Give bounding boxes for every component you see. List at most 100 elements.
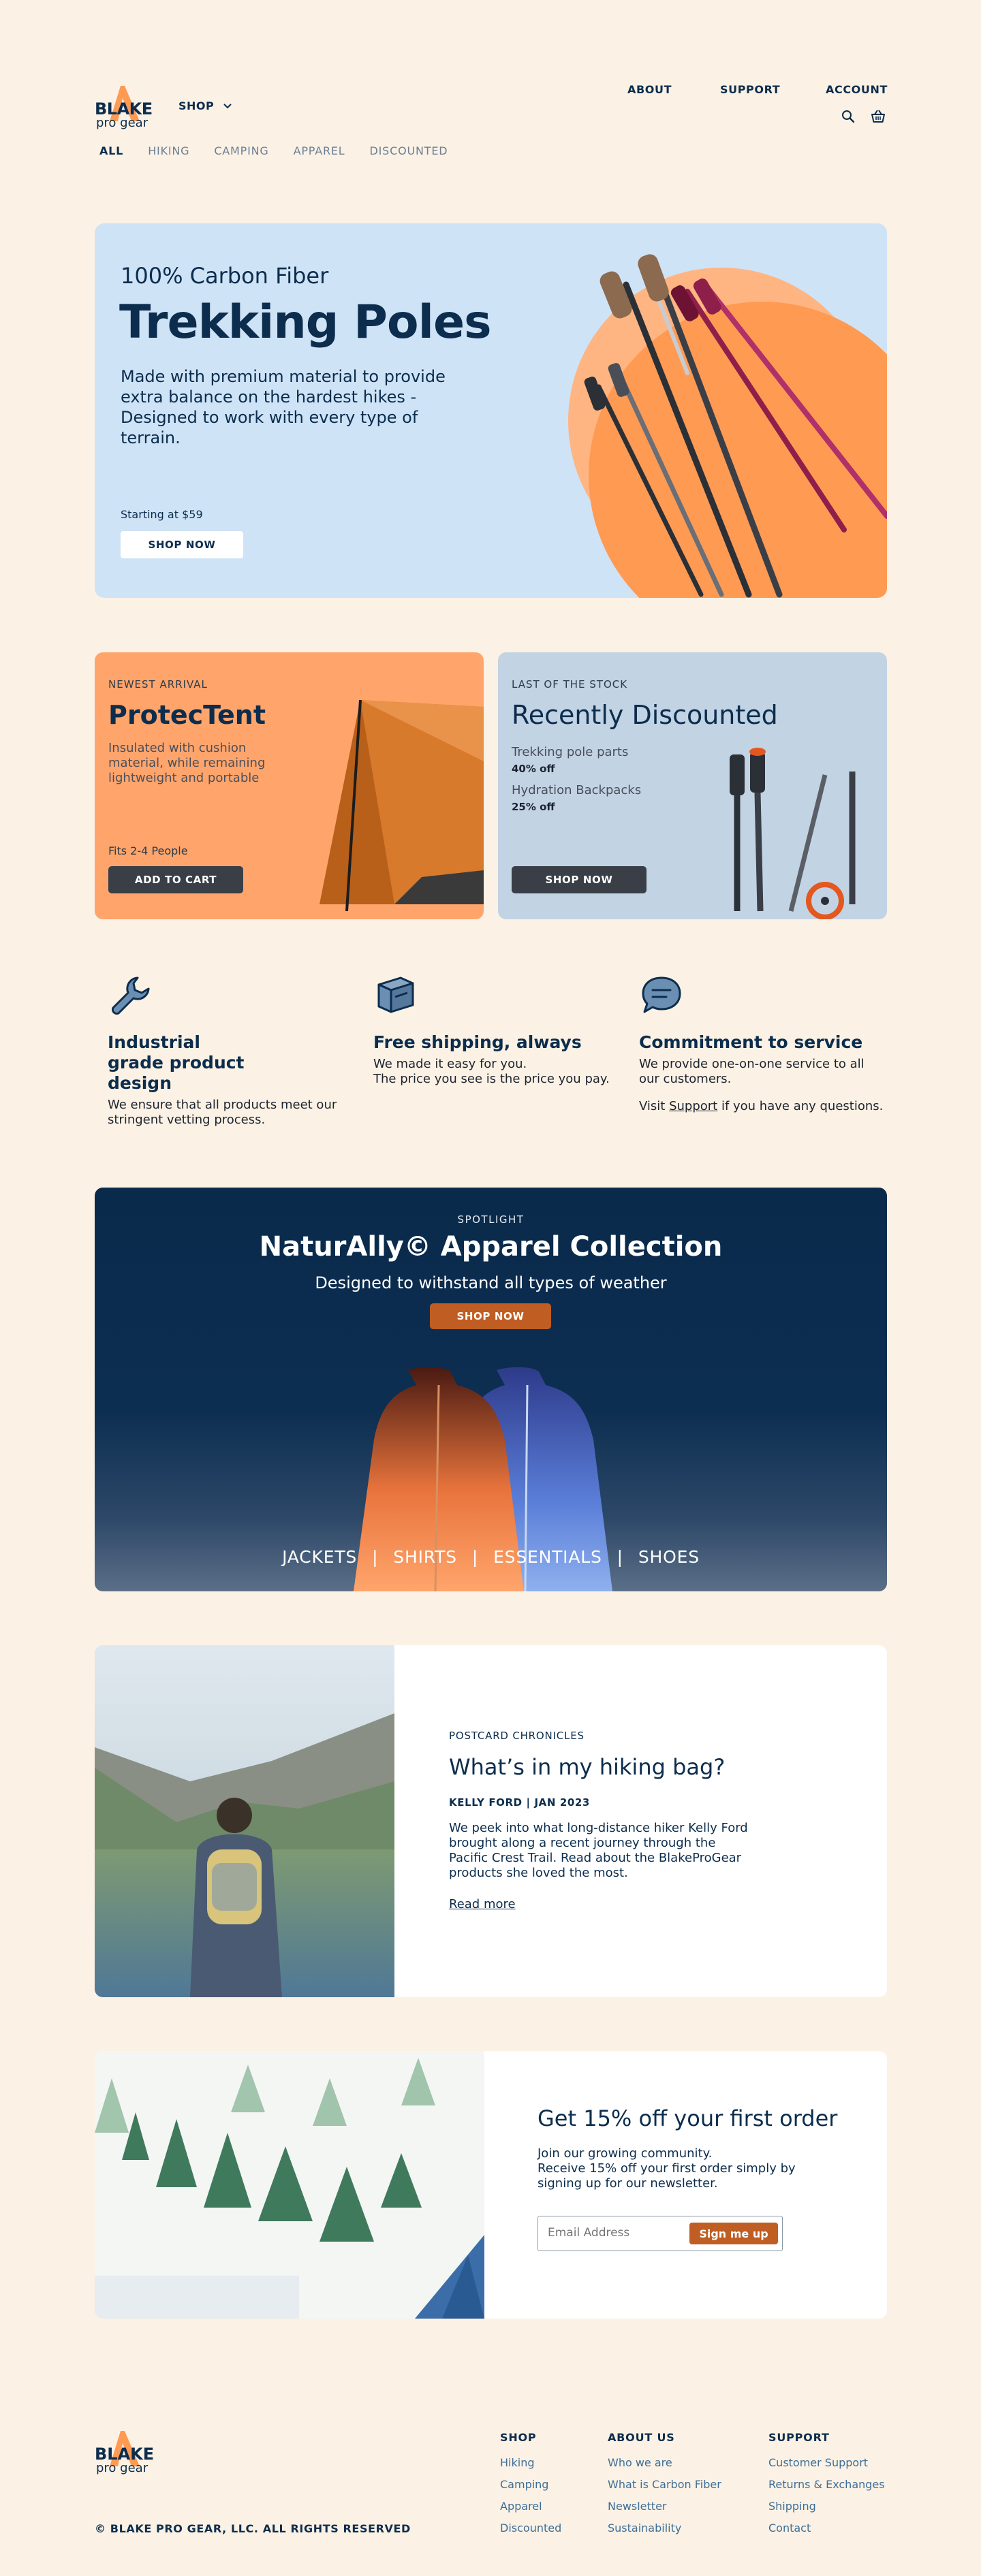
chat-icon xyxy=(642,976,681,1013)
sign-up-button[interactable]: Sign me up xyxy=(689,2223,778,2244)
feature-title: Free shipping, always xyxy=(373,1032,582,1052)
spotlight-title: NaturAlly© Apparel Collection xyxy=(259,1231,723,1262)
spotlight-shop-now-button[interactable]: SHOP NOW xyxy=(430,1303,551,1329)
footer-link[interactable]: Hiking xyxy=(500,2452,561,2474)
hero-description: Made with premium material to provide ex… xyxy=(121,367,446,447)
watercolor-postcard-image xyxy=(95,2051,484,2319)
filter-camping[interactable]: CAMPING xyxy=(214,144,268,157)
category-separator: | xyxy=(617,1547,623,1567)
tent-image xyxy=(320,699,484,912)
category-separator: | xyxy=(471,1547,479,1567)
email-field[interactable] xyxy=(542,2221,689,2245)
footer-link[interactable]: Camping xyxy=(500,2474,561,2496)
deal-discount: 40% off xyxy=(512,763,555,775)
footer-link[interactable]: Who we are xyxy=(608,2452,721,2474)
newsletter-form: Sign me up xyxy=(538,2216,783,2251)
article-body: We peek into what long-distance hiker Ke… xyxy=(449,1821,748,1880)
discounted-shop-now-button[interactable]: SHOP NOW xyxy=(512,866,647,893)
category-essentials[interactable]: ESSENTIALS xyxy=(493,1547,602,1567)
read-more-link[interactable]: Read more xyxy=(449,1897,516,1911)
basket-icon[interactable] xyxy=(871,109,886,124)
pole-parts-image xyxy=(730,748,856,919)
footer-link[interactable]: Newsletter xyxy=(608,2496,721,2517)
search-icon[interactable] xyxy=(841,109,856,124)
spotlight-kicker: SPOTLIGHT xyxy=(457,1213,525,1226)
feature-body: We made it easy for you. xyxy=(373,1057,527,1071)
shop-menu-label: SHOP xyxy=(178,99,215,112)
spotlight-banner: SPOTLIGHT NaturAlly© Apparel Collection … xyxy=(95,1188,887,1591)
filter-hiking[interactable]: HIKING xyxy=(148,144,189,157)
footer-link[interactable]: Customer Support xyxy=(768,2452,885,2474)
newsletter-card: Get 15% off your first order Join our gr… xyxy=(95,2051,887,2319)
deal-name: Hydration Backpacks xyxy=(512,783,642,797)
footer-column-shop: SHOP Hiking Camping Apparel Discounted xyxy=(500,2431,561,2539)
discounted-card: LAST OF THE STOCK Recently Discounted Tr… xyxy=(498,652,887,919)
nav-support[interactable]: SUPPORT xyxy=(720,83,780,96)
copyright: © BLAKE PRO GEAR, LLC. ALL RIGHTS RESERV… xyxy=(95,2522,411,2535)
filter-apparel[interactable]: APPAREL xyxy=(294,144,345,157)
article-title: What’s in my hiking bag? xyxy=(449,1754,726,1780)
nav-account[interactable]: ACCOUNT xyxy=(826,83,888,96)
hero-title: Trekking Poles xyxy=(119,296,492,349)
footer-column-about: ABOUT US Who we are What is Carbon Fiber… xyxy=(608,2431,721,2539)
hero-price: Starting at $59 xyxy=(121,508,203,521)
newsletter-line-2: Receive 15% off your first order simply … xyxy=(538,2161,796,2191)
category-filters: ALL HIKING CAMPING APPAREL DISCOUNTED xyxy=(99,144,448,157)
article-kicker: POSTCARD CHRONICLES xyxy=(449,1730,585,1742)
hiker-photo xyxy=(95,1645,394,1997)
feature-title: Industrial grade product design xyxy=(108,1032,245,1093)
deal-discount: 25% off xyxy=(512,801,555,813)
support-link[interactable]: Support xyxy=(669,1099,717,1113)
feature-body: We provide one-on-one service to all our… xyxy=(639,1057,865,1086)
footer-link[interactable]: Sustainability xyxy=(608,2517,721,2539)
shop-menu[interactable]: SHOP xyxy=(178,99,232,112)
footer-heading: ABOUT US xyxy=(608,2431,675,2444)
category-separator: | xyxy=(372,1547,379,1567)
card-kicker: NEWEST ARRIVAL xyxy=(108,678,208,690)
support-note-suffix: if you have any questions. xyxy=(717,1099,884,1113)
card-kicker: LAST OF THE STOCK xyxy=(512,678,628,690)
article-byline: KELLY FORD | JAN 2023 xyxy=(449,1796,590,1809)
footer-link[interactable]: What is Carbon Fiber xyxy=(608,2474,721,2496)
newsletter-line-1: Join our growing community. xyxy=(538,2146,713,2161)
footer-link[interactable]: Returns & Exchanges xyxy=(768,2474,885,2496)
chevron-down-icon xyxy=(223,103,232,108)
card-description: Insulated with cushion material, while r… xyxy=(108,741,266,785)
footer-heading: SHOP xyxy=(500,2431,537,2444)
article-card: POSTCARD CHRONICLES What’s in my hiking … xyxy=(95,1645,887,1997)
card-title: Recently Discounted xyxy=(512,700,778,730)
support-note-prefix: Visit xyxy=(639,1099,670,1113)
newsletter-title: Get 15% off your first order xyxy=(538,2105,838,2131)
add-to-cart-button[interactable]: ADD TO CART xyxy=(108,866,243,893)
footer-link[interactable]: Apparel xyxy=(500,2496,561,2517)
footer-logo-tagline: pro gear xyxy=(96,2461,149,2475)
newest-arrival-card: NEWEST ARRIVAL ProtecTent Insulated with… xyxy=(95,652,484,919)
feature-design: Industrial grade product design We ensur… xyxy=(108,972,353,1128)
hero-shop-now-button[interactable]: SHOP NOW xyxy=(121,531,243,558)
logo-tagline: pro gear xyxy=(96,116,149,130)
footer-logo-name: BLAKE xyxy=(95,2445,155,2464)
filter-all[interactable]: ALL xyxy=(99,144,123,157)
support-note: Visit Support if you have any questions. xyxy=(639,1099,884,1114)
hero-banner: 100% Carbon Fiber Trekking Poles Made wi… xyxy=(95,223,887,598)
wrench-icon xyxy=(111,976,150,1015)
deal-name: Trekking pole parts xyxy=(512,745,629,759)
newsletter-body: Join our growing community. Receive 15% … xyxy=(538,2146,824,2191)
footer-link[interactable]: Discounted xyxy=(500,2517,561,2539)
capacity-note: Fits 2-4 People xyxy=(108,844,188,857)
feature-body: We ensure that all products meet our str… xyxy=(108,1098,337,1127)
footer-link[interactable]: Contact xyxy=(768,2517,885,2539)
footer-heading: SUPPORT xyxy=(768,2431,830,2444)
nav-about[interactable]: ABOUT xyxy=(627,83,672,96)
category-shoes[interactable]: SHOES xyxy=(638,1547,700,1567)
card-title: ProtecTent xyxy=(108,700,266,730)
feature-body-line2: The price you see is the price you pay. xyxy=(373,1072,610,1086)
trekking-poles-image xyxy=(568,254,887,598)
hero-kicker: 100% Carbon Fiber xyxy=(121,263,329,289)
feature-title: Commitment to service xyxy=(639,1032,863,1052)
filter-discounted[interactable]: DISCOUNTED xyxy=(370,144,448,157)
category-jackets[interactable]: JACKETS xyxy=(282,1547,357,1567)
feature-shipping: Free shipping, always We made it easy fo… xyxy=(373,972,619,1087)
footer-link[interactable]: Shipping xyxy=(768,2496,885,2517)
category-shirts[interactable]: SHIRTS xyxy=(393,1547,457,1567)
